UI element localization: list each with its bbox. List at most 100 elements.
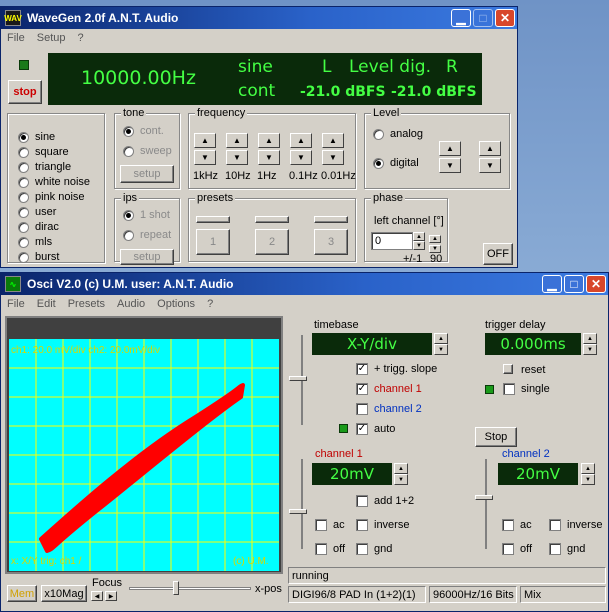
ch2-inverse-checkbox[interactable]: inverse (549, 519, 602, 531)
trigg-slope-checkbox[interactable]: ✓ + trigg. slope (356, 363, 437, 375)
waveform-radio[interactable]: user (18, 206, 56, 218)
checkbox-box (356, 403, 368, 415)
maximize-button[interactable]: □ (564, 275, 584, 293)
ips-setup-button[interactable]: setup (120, 249, 174, 265)
radio-dot (123, 125, 134, 137)
preset-save-1-button[interactable] (196, 216, 230, 223)
waveform-radio[interactable]: square (18, 146, 69, 158)
ips-repeat-radio[interactable]: repeat (123, 229, 171, 241)
waveform-radio[interactable]: burst (18, 251, 59, 263)
phase-down-button[interactable]: ▼ (413, 241, 425, 250)
preset-save-2-button[interactable] (255, 216, 289, 223)
close-button[interactable]: ✕ (495, 9, 515, 27)
ch1-down-button[interactable]: ▼ (394, 474, 408, 485)
xpos-slider-track[interactable] (129, 587, 251, 590)
frequency-down-button[interactable]: ▼ (322, 150, 344, 165)
level-l-up-button[interactable]: ▲ (439, 141, 461, 156)
ch1-slider-thumb[interactable] (289, 509, 307, 514)
frequency-up-button[interactable]: ▲ (258, 133, 280, 148)
minimize-button[interactable]: ▁ (451, 9, 471, 27)
phase-input[interactable]: 0 (371, 232, 413, 250)
phase-up-button[interactable]: ▲ (413, 232, 425, 241)
menu-edit[interactable]: Edit (37, 298, 56, 310)
tone-setup-button[interactable]: setup (120, 165, 174, 183)
mem-button[interactable]: Mem (7, 585, 37, 602)
presets-label: presets (195, 192, 236, 204)
osci-stop-button[interactable]: Stop (475, 427, 517, 447)
frequency-up-button[interactable]: ▲ (194, 133, 216, 148)
tone-cont-radio[interactable]: cont. (123, 125, 164, 137)
ch1-ac-checkbox[interactable]: ac (315, 519, 345, 531)
frequency-up-button[interactable]: ▲ (322, 133, 344, 148)
timebase-down-button[interactable]: ▼ (434, 344, 448, 355)
menu-setup[interactable]: Setup (37, 32, 66, 44)
preset-1-button[interactable]: 1 (196, 229, 230, 255)
wavegen-titlebar[interactable]: WAV WaveGen 2.0f A.N.T. Audio ▁ □ ✕ (1, 7, 517, 29)
ch2-off-checkbox[interactable]: off (502, 543, 532, 555)
preset-2-button[interactable]: 2 (255, 229, 289, 255)
add12-checkbox[interactable]: add 1+2 (356, 495, 414, 507)
ch1-off-checkbox[interactable]: off (315, 543, 345, 555)
osci-titlebar[interactable]: ∿ Osci V2.0 (c) U.M. user: A.N.T. Audio … (1, 273, 608, 295)
ch2-gnd-checkbox[interactable]: gnd (549, 543, 585, 555)
waveform-radio[interactable]: sine (18, 131, 55, 143)
scope-screen[interactable]: ch1: 20.0 mV/div ch2: 20.0mV/div x: X/Y … (9, 339, 279, 571)
stop-button[interactable]: stop (8, 80, 42, 104)
level-l-down-button[interactable]: ▼ (439, 158, 461, 173)
ips-shot-radio[interactable]: 1 shot (123, 209, 170, 221)
frequency-down-button[interactable]: ▼ (194, 150, 216, 165)
timebase-slider-thumb[interactable] (289, 376, 307, 381)
frequency-down-button[interactable]: ▼ (258, 150, 280, 165)
menu-help[interactable]: ? (207, 298, 213, 310)
focus-left-button[interactable]: ◀ (91, 591, 103, 601)
timebase-up-button[interactable]: ▲ (434, 333, 448, 344)
ch1-up-button[interactable]: ▲ (394, 463, 408, 474)
frequency-up-button[interactable]: ▲ (290, 133, 312, 148)
x10mag-button[interactable]: x10Mag (41, 585, 87, 602)
minimize-button[interactable]: ▁ (542, 275, 562, 293)
level-r-down-button[interactable]: ▼ (479, 158, 501, 173)
level-r-up-button[interactable]: ▲ (479, 141, 501, 156)
frequency-down-button[interactable]: ▼ (226, 150, 248, 165)
waveform-radio[interactable]: triangle (18, 161, 71, 173)
level-analog-radio[interactable]: analog (373, 128, 423, 140)
menu-file[interactable]: File (7, 32, 25, 44)
focus-right-button[interactable]: ▶ (105, 591, 117, 601)
reset-button[interactable] (503, 364, 513, 374)
close-button[interactable]: ✕ (586, 275, 606, 293)
ch2-up-button[interactable]: ▲ (581, 463, 595, 474)
waveform-radio[interactable]: white noise (18, 176, 90, 188)
tone-sweep-radio[interactable]: sweep (123, 145, 172, 157)
trigger-delay-up-button[interactable]: ▲ (583, 333, 597, 344)
preset-3-button[interactable]: 3 (314, 229, 348, 255)
channel2-checkbox[interactable]: channel 2 (356, 403, 422, 415)
waveform-radio[interactable]: dirac (18, 221, 59, 233)
channel1-checkbox[interactable]: ✓ channel 1 (356, 383, 422, 395)
channel1-label: channel 1 (374, 383, 422, 395)
waveform-radio[interactable]: pink noise (18, 191, 85, 203)
xpos-slider-thumb[interactable] (173, 581, 179, 595)
menu-help[interactable]: ? (77, 32, 83, 44)
frequency-up-button[interactable]: ▲ (226, 133, 248, 148)
ch1-inverse-checkbox[interactable]: inverse (356, 519, 409, 531)
maximize-button[interactable]: □ (473, 9, 493, 27)
phase-fine-down-button[interactable]: ▼ (429, 245, 441, 253)
ch2-down-button[interactable]: ▼ (581, 474, 595, 485)
ch1-gnd-checkbox[interactable]: gnd (356, 543, 392, 555)
arrow-up-icon: ▲ (446, 144, 454, 153)
ch2-ac-checkbox[interactable]: ac (502, 519, 532, 531)
preset-save-3-button[interactable] (314, 216, 348, 223)
menu-file[interactable]: File (7, 298, 25, 310)
level-digital-radio[interactable]: digital (373, 157, 419, 169)
menu-presets[interactable]: Presets (68, 298, 105, 310)
ch2-slider-thumb[interactable] (475, 495, 493, 500)
menu-options[interactable]: Options (157, 298, 195, 310)
menu-audio[interactable]: Audio (117, 298, 145, 310)
waveform-radio[interactable]: mls (18, 236, 52, 248)
trigger-delay-down-button[interactable]: ▼ (583, 344, 597, 355)
auto-checkbox[interactable]: ✓ auto (356, 423, 395, 435)
single-checkbox[interactable]: single (503, 383, 550, 395)
phase-fine-up-button[interactable]: ▲ (429, 235, 441, 243)
off-button[interactable]: OFF (483, 243, 513, 265)
frequency-down-button[interactable]: ▼ (290, 150, 312, 165)
